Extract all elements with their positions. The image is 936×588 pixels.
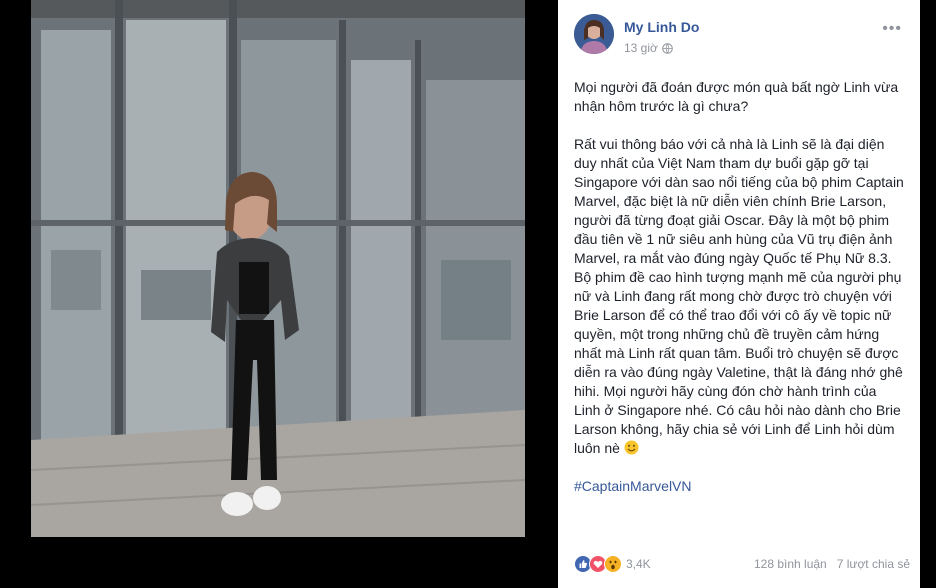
post-paragraph-2-text: Rất vui thông báo với cả nhà là Linh sẽ … <box>574 136 904 456</box>
post-footer: 3,4K 128 bình luận 7 lượt chia sẻ <box>574 552 910 576</box>
viewer-edge <box>920 0 936 588</box>
comments-count-link[interactable]: 128 bình luận <box>754 557 827 571</box>
post-photo[interactable] <box>31 0 525 537</box>
hashtag-link[interactable]: #CaptainMarvelVN <box>574 477 692 496</box>
post-header: My Linh Do 13 giờ ••• <box>574 14 910 64</box>
reaction-count: 3,4K <box>626 557 651 571</box>
author-name[interactable]: My Linh Do <box>624 19 699 35</box>
post-paragraph-1: Mọi người đã đoán được món quà bất ngờ L… <box>574 79 899 114</box>
globe-icon <box>662 42 673 54</box>
avatar[interactable] <box>574 14 614 54</box>
ellipsis-icon[interactable]: ••• <box>882 20 902 38</box>
post-paragraph-2: Rất vui thông báo với cả nhà là Linh sẽ … <box>574 135 904 458</box>
wow-icon <box>604 555 622 573</box>
reactions-summary[interactable]: 3,4K <box>574 555 651 573</box>
photo-viewer <box>0 0 558 588</box>
post-body: Mọi người đã đoán được món quà bất ngờ L… <box>574 78 904 515</box>
post-panel: My Linh Do 13 giờ ••• Mọi người đã đoán … <box>558 0 920 588</box>
smile-emoji-icon <box>624 440 639 455</box>
post-time[interactable]: 13 giờ <box>624 41 658 55</box>
post-meta: 13 giờ <box>624 41 673 55</box>
shares-count-link[interactable]: 7 lượt chia sẻ <box>837 557 910 571</box>
